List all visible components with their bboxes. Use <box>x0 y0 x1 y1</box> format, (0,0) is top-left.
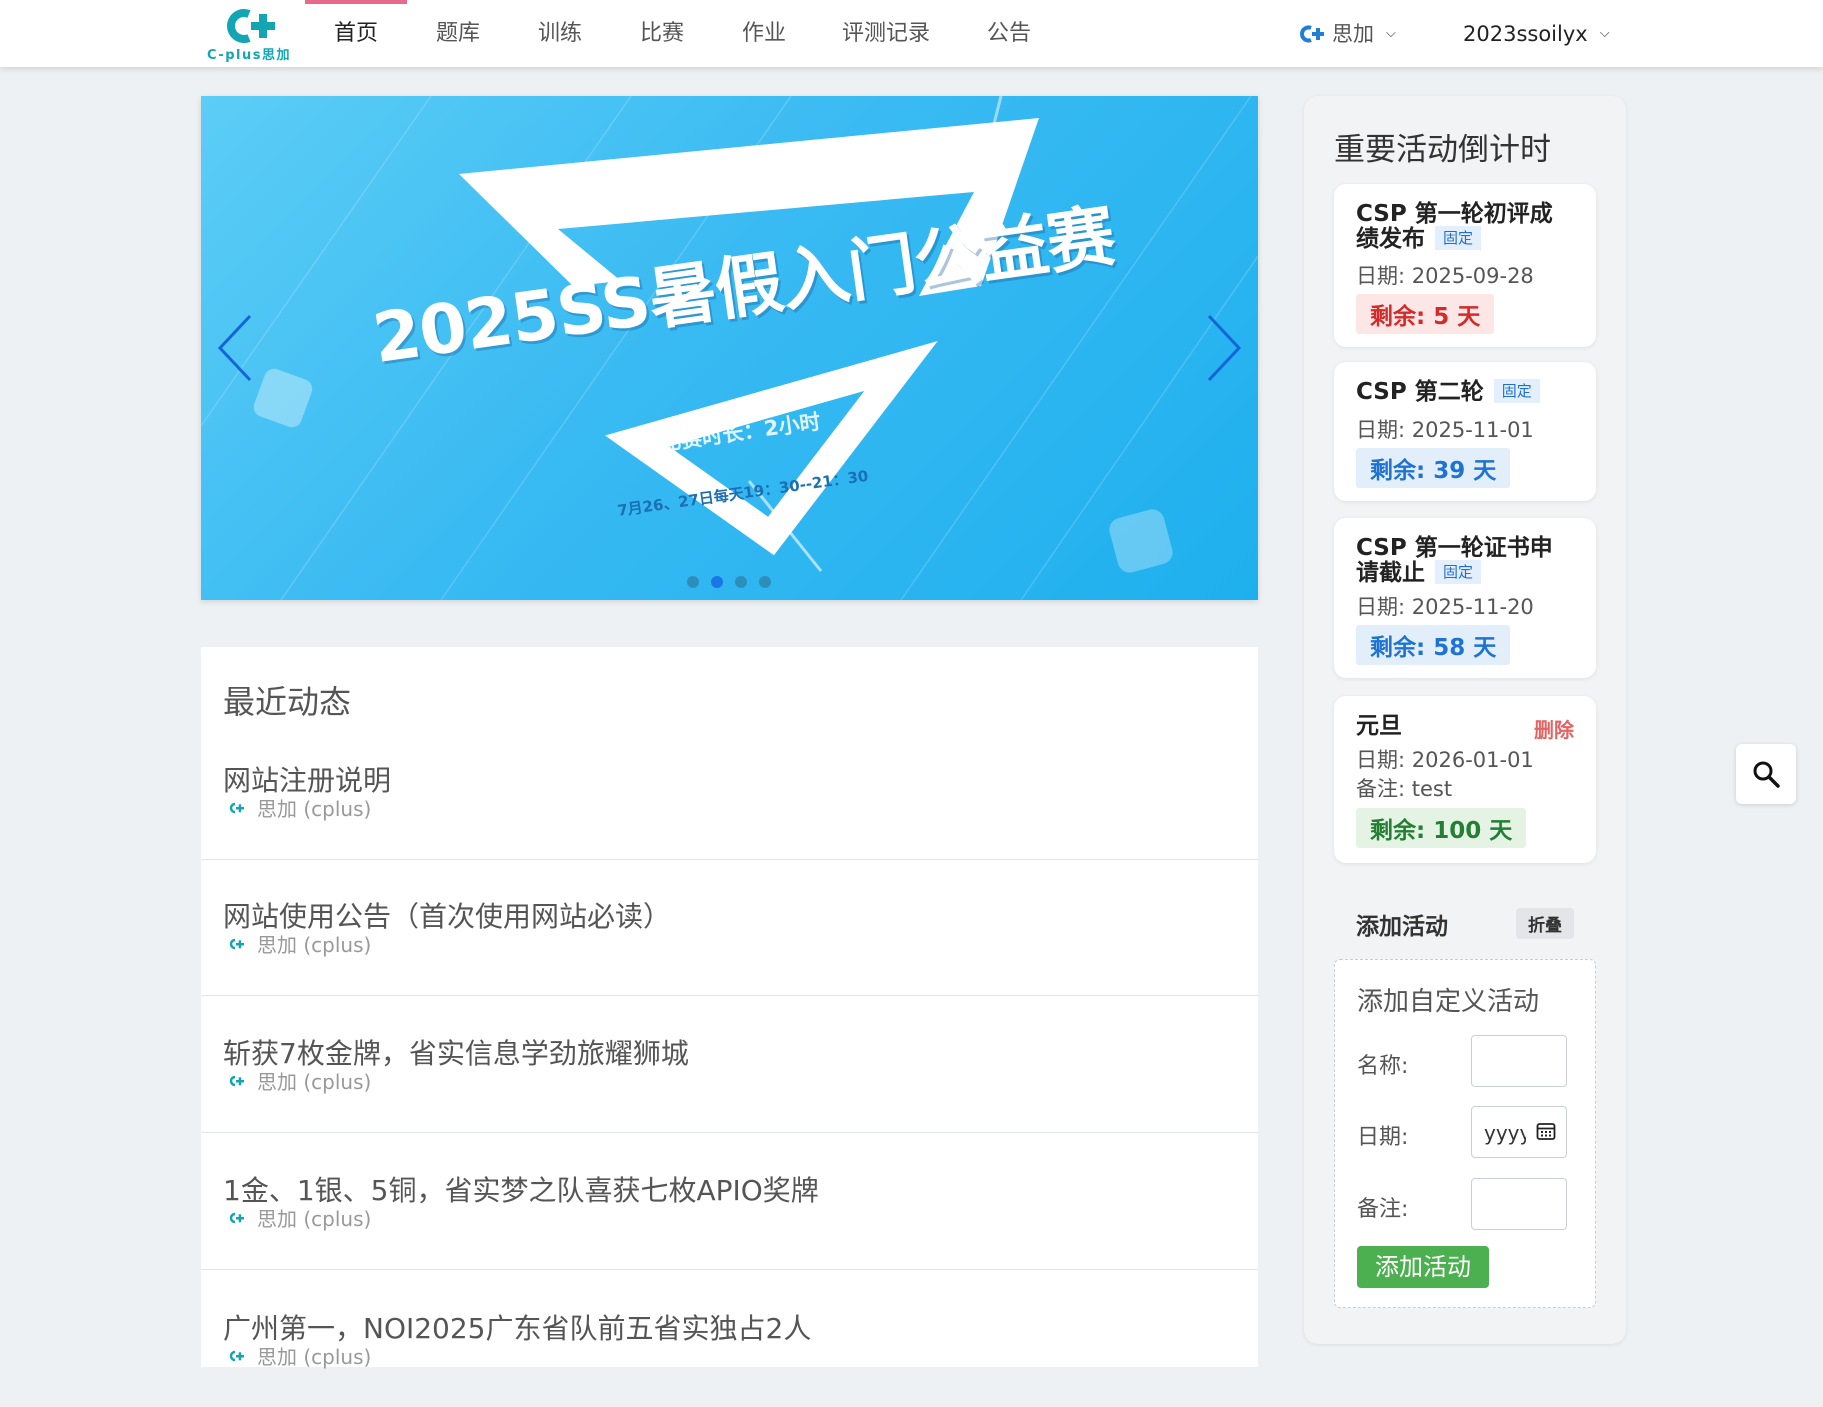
carousel-dot-4[interactable] <box>759 576 771 588</box>
news-author-name[interactable]: 思加 (cplus) <box>257 1341 371 1370</box>
news-author: 思加 (cplus) <box>228 1341 371 1370</box>
banner-artwork <box>201 96 1258 600</box>
fold-button[interactable]: 折叠 <box>1516 908 1574 939</box>
username: 2023ssoilyx <box>1463 21 1588 46</box>
recent-activity-panel: 最近动态 网站注册说明 思加 (cplus) 网站使用公告（首次使用网站必读） … <box>201 647 1258 1369</box>
fixed-badge: 固定 <box>1435 559 1482 584</box>
event-date: 日期: 2026-01-01 <box>1356 748 1534 772</box>
nav-training[interactable]: 训练 <box>519 0 601 67</box>
author-avatar-icon <box>229 802 244 813</box>
date-input[interactable]: yyyy <box>1471 1106 1567 1158</box>
news-author-name[interactable]: 思加 (cplus) <box>257 1066 371 1095</box>
nav-homework[interactable]: 作业 <box>723 0 805 67</box>
event-note: 备注: test <box>1356 777 1453 801</box>
event-name: CSP 第二轮 固定 <box>1356 378 1571 405</box>
cplus-small-icon <box>1300 25 1324 42</box>
news-author-name[interactable]: 思加 (cplus) <box>257 1203 371 1232</box>
add-activity-form: 添加自定义活动 名称: 日期: yyyy 备注: 添加活动 <box>1334 959 1596 1308</box>
add-activity-header: 添加活动 折叠 <box>1334 891 1596 949</box>
news-author: 思加 (cplus) <box>228 1066 371 1095</box>
carousel-indicators <box>687 576 771 588</box>
event-name: CSP 第一轮初评成绩发布 固定 <box>1356 202 1571 252</box>
event-date: 日期: 2025-11-20 <box>1356 595 1534 619</box>
event-remaining-badge: 剩余: 100 天 <box>1356 808 1527 848</box>
nav-problems[interactable]: 题库 <box>417 0 499 67</box>
news-item: 网站注册说明 思加 (cplus) <box>201 759 1258 860</box>
nav-announcements[interactable]: 公告 <box>968 0 1050 67</box>
carousel-prev-button[interactable] <box>216 313 256 387</box>
note-label: 备注: <box>1357 1197 1409 1222</box>
news-author-name[interactable]: 思加 (cplus) <box>257 929 371 958</box>
add-activity-button[interactable]: 添加活动 <box>1357 1246 1489 1288</box>
date-input-value: yyyy <box>1484 1121 1526 1145</box>
event-name-text: CSP 第二轮 <box>1356 379 1484 405</box>
user-menu[interactable]: 2023ssoilyx ⌵ <box>1463 0 1610 67</box>
news-item: 斩获7枚金牌，省实信息学劲旅耀狮城 思加 (cplus) <box>201 1032 1258 1133</box>
carousel-dot-1[interactable] <box>687 576 699 588</box>
news-item: 网站使用公告（首次使用网站必读） 思加 (cplus) <box>201 895 1258 996</box>
event-date: 日期: 2025-11-01 <box>1356 418 1534 442</box>
logo-text: C-plus思加 <box>207 48 291 63</box>
cplus-logo-icon <box>227 9 275 43</box>
add-activity-title: 添加活动 <box>1356 914 1448 940</box>
top-navbar: C-plus思加 首页 题库 训练 比赛 作业 评测记录 公告 思加 ⌵ 202… <box>0 0 1823 67</box>
event-remaining-badge: 剩余: 5 天 <box>1356 294 1495 334</box>
note-input[interactable] <box>1471 1178 1567 1230</box>
form-title: 添加自定义活动 <box>1357 987 1540 1017</box>
fixed-badge: 固定 <box>1435 225 1482 250</box>
chevron-left-icon <box>217 314 252 382</box>
event-card: CSP 第二轮 固定 日期: 2025-11-01 剩余: 39 天 <box>1334 362 1596 501</box>
site-menu-label: 思加 <box>1332 21 1374 46</box>
event-date: 日期: 2025-09-28 <box>1356 264 1534 288</box>
search-icon <box>1753 761 1780 788</box>
chevron-right-icon <box>1207 314 1242 382</box>
author-avatar-icon <box>229 1350 244 1361</box>
site-menu[interactable]: 思加 ⌵ <box>1300 0 1396 67</box>
name-input[interactable] <box>1471 1035 1567 1087</box>
chevron-down-icon: ⌵ <box>1599 25 1610 41</box>
news-item: 广州第一，NOI2025广东省队前五省实独占2人 思加 (cplus) <box>201 1307 1258 1407</box>
recent-activity-title: 最近动态 <box>223 683 352 721</box>
event-card: CSP 第一轮证书申请截止 固定 日期: 2025-11-20 剩余: 58 天 <box>1334 518 1596 678</box>
news-author-name[interactable]: 思加 (cplus) <box>257 793 371 822</box>
author-avatar-icon <box>229 1075 244 1086</box>
nav-records[interactable]: 评测记录 <box>830 0 942 67</box>
author-avatar-icon <box>229 938 244 949</box>
delete-event-button[interactable]: 删除 <box>1534 714 1574 743</box>
carousel-dot-2[interactable] <box>711 576 723 588</box>
banner-carousel[interactable]: 2025SS暑假入门公益赛 比赛时长：2小时 7月26、27日每天19：30--… <box>201 96 1258 600</box>
event-card: CSP 第一轮初评成绩发布 固定 日期: 2025-09-28 剩余: 5 天 <box>1334 184 1596 347</box>
carousel-dot-3[interactable] <box>735 576 747 588</box>
nav-home[interactable]: 首页 <box>305 0 407 67</box>
author-avatar-icon <box>229 1212 244 1223</box>
carousel-next-button[interactable] <box>1203 313 1243 387</box>
news-author: 思加 (cplus) <box>228 929 371 958</box>
news-author: 思加 (cplus) <box>228 1203 371 1232</box>
news-author: 思加 (cplus) <box>228 793 371 822</box>
fixed-badge: 固定 <box>1493 378 1540 403</box>
search-button[interactable] <box>1736 744 1796 804</box>
date-label: 日期: <box>1357 1125 1409 1150</box>
event-remaining-badge: 剩余: 39 天 <box>1356 448 1511 488</box>
event-remaining-badge: 剩余: 58 天 <box>1356 625 1511 665</box>
news-item: 1金、1银、5铜，省实梦之队喜获七枚APIO奖牌 思加 (cplus) <box>201 1169 1258 1270</box>
name-label: 名称: <box>1357 1054 1409 1079</box>
nav-contests[interactable]: 比赛 <box>621 0 703 67</box>
site-logo[interactable]: C-plus思加 <box>205 8 300 63</box>
countdown-sidebar: 重要活动倒计时 CSP 第一轮初评成绩发布 固定 日期: 2025-09-28 剩… <box>1304 96 1626 1344</box>
countdown-title: 重要活动倒计时 <box>1334 132 1551 168</box>
event-name: CSP 第一轮证书申请截止 固定 <box>1356 536 1571 586</box>
chevron-down-icon: ⌵ <box>1386 25 1396 41</box>
event-card: 元旦 删除 日期: 2026-01-01 备注: test 剩余: 100 天 <box>1334 696 1596 863</box>
calendar-icon[interactable] <box>1536 1121 1556 1141</box>
